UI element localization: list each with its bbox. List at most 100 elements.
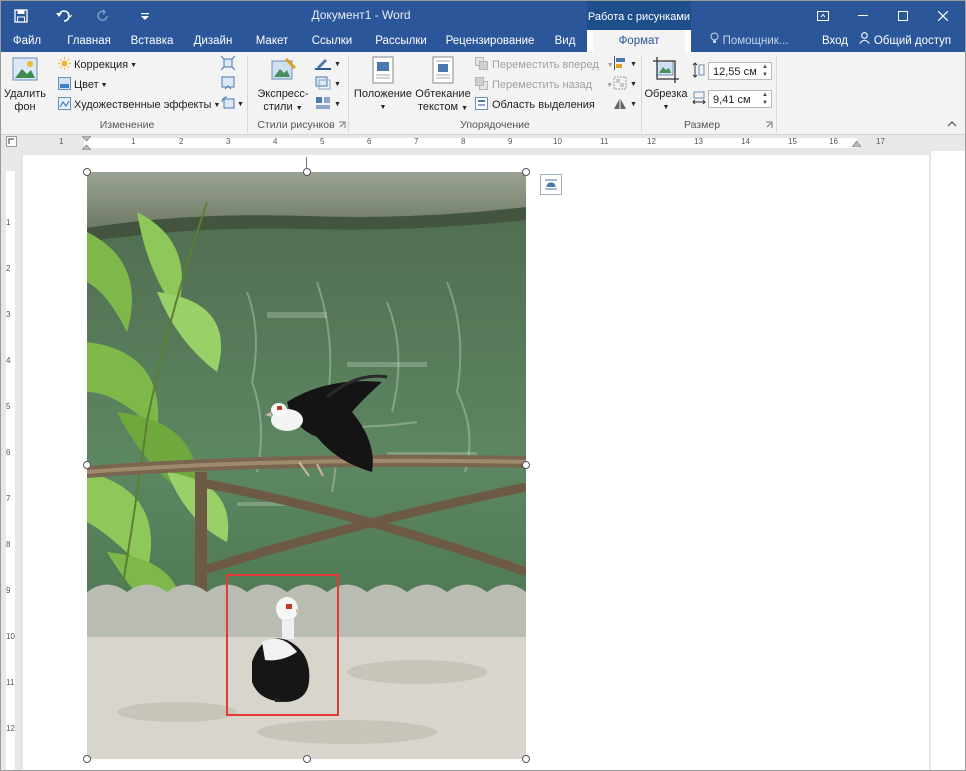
right-indent-marker-icon[interactable]	[852, 140, 861, 147]
chevron-down-icon: ▼	[237, 101, 244, 108]
ruler-number: 4	[6, 356, 11, 365]
ruler-number: 8	[461, 137, 466, 146]
close-icon[interactable]	[923, 1, 963, 30]
wrap-text-button[interactable]: Обтекание текстом ▼	[414, 56, 472, 115]
highlight-rectangle	[226, 574, 339, 716]
remove-background-button[interactable]: Удалить фон	[3, 56, 47, 114]
ruler-number: 11	[6, 678, 15, 687]
ruler-number: 14	[741, 137, 750, 146]
ruler-number: 2	[6, 264, 11, 273]
artistic-effects-button[interactable]: Художественные эффекты ▼	[58, 97, 220, 113]
ribbon-display-options-icon[interactable]	[803, 1, 843, 30]
group-label-change: Изменение	[99, 119, 155, 131]
ribbon-tabs: Файл Главная Вставка Дизайн Макет Ссылки…	[1, 30, 965, 52]
resize-handle-right[interactable]	[522, 461, 530, 469]
resize-handle-bottom-right[interactable]	[522, 755, 530, 763]
picture-effects-icon	[315, 76, 331, 93]
quick-styles-icon	[255, 56, 311, 88]
quick-styles-button[interactable]: Экспресс- стили ▼	[255, 56, 311, 115]
sign-in-link[interactable]: Вход	[815, 30, 855, 52]
chevron-down-icon: ▼	[100, 81, 108, 89]
group-label-arrange: Упорядочение	[460, 119, 530, 131]
collapse-ribbon-icon[interactable]	[947, 120, 957, 127]
tab-design[interactable]: Дизайн	[188, 30, 238, 52]
tab-references[interactable]: Ссылки	[305, 30, 359, 52]
shape-height-input[interactable]: 12,55 см ▲ ▼	[708, 62, 772, 80]
minimize-icon[interactable]	[843, 1, 883, 30]
send-backward-button[interactable]: Переместить назад ▼	[475, 77, 613, 93]
bring-forward-label: Переместить вперед	[492, 59, 599, 71]
crop-label: Обрезка	[644, 88, 688, 100]
resize-handle-top-right[interactable]	[522, 168, 530, 176]
tab-selector-icon[interactable]	[6, 136, 17, 147]
wrap-text-label-1: Обтекание	[415, 88, 471, 100]
save-icon[interactable]	[9, 1, 33, 30]
selection-pane-icon	[475, 97, 488, 113]
picture-styles-dialog-launcher-icon[interactable]	[338, 121, 346, 129]
ruler-number: 5	[6, 402, 11, 411]
ruler-number: 1	[131, 137, 136, 146]
undo-icon[interactable]	[51, 1, 77, 30]
ruler-number: 8	[6, 540, 11, 549]
shape-width-input[interactable]: 9,41 см ▲ ▼	[708, 90, 772, 108]
spinner-arrows-icon[interactable]: ▲ ▼	[761, 91, 769, 107]
document-title: Документ1 - Word	[311, 8, 411, 22]
tab-mailings[interactable]: Рассылки	[369, 30, 433, 52]
send-backward-label: Переместить назад	[492, 79, 593, 91]
resize-handle-left[interactable]	[83, 461, 91, 469]
resize-handle-top[interactable]	[303, 168, 311, 176]
shape-height-value: 12,55 см	[713, 66, 757, 78]
resize-handle-bottom[interactable]	[303, 755, 311, 763]
redo-icon[interactable]	[93, 1, 115, 30]
send-backward-icon	[475, 77, 488, 93]
tab-view[interactable]: Вид	[547, 30, 583, 52]
spinner-arrows-icon[interactable]: ▲ ▼	[761, 63, 769, 79]
change-picture-button[interactable]	[221, 76, 235, 93]
maximize-icon[interactable]	[883, 1, 923, 30]
reset-picture-button[interactable]: ▼	[221, 96, 244, 113]
ruler-number: 9	[508, 137, 513, 146]
customize-qat-icon[interactable]	[135, 1, 155, 30]
picture-border-button[interactable]: ▼	[315, 56, 341, 73]
correction-button[interactable]: Коррекция ▼	[58, 57, 137, 73]
chevron-down-icon: ▼	[130, 61, 138, 69]
ruler-number: 17	[876, 137, 885, 146]
compress-pictures-button[interactable]	[220, 55, 236, 73]
crop-button[interactable]: Обрезка ▼	[644, 56, 688, 114]
position-button[interactable]: Положение ▼	[352, 56, 414, 114]
tell-me-box[interactable]: Помощник...	[703, 30, 795, 52]
tab-home[interactable]: Главная	[61, 30, 117, 52]
vertical-ruler[interactable]: 1 2 3 4 5 6 7 8 9 10 11 12	[1, 151, 19, 770]
crop-icon	[644, 56, 688, 88]
horizontal-ruler[interactable]: 1 1 2 3 4 5 6 7 8 9 10 11 12 13 14 15 16…	[1, 135, 965, 151]
rotate-button[interactable]: ▼	[613, 96, 637, 113]
picture-layout-button[interactable]: ▼	[315, 96, 341, 113]
layout-options-button[interactable]	[540, 174, 562, 195]
tab-insert[interactable]: Вставка	[125, 30, 179, 52]
wrap-text-icon	[414, 56, 472, 88]
share-button[interactable]: Общий доступ	[857, 30, 953, 52]
ruler-number: 6	[367, 137, 372, 146]
ruler-number: 7	[414, 137, 419, 146]
color-label: Цвет	[74, 79, 99, 91]
selection-pane-button[interactable]: Область выделения	[475, 97, 595, 113]
tab-file[interactable]: Файл	[7, 30, 47, 52]
bring-forward-button[interactable]: Переместить вперед ▼	[475, 57, 614, 73]
tab-format[interactable]: Формат	[593, 30, 685, 52]
align-button[interactable]: ▼	[613, 56, 637, 73]
picture-effects-button[interactable]: ▼	[315, 76, 341, 93]
chevron-down-icon: ▼	[334, 61, 341, 68]
size-dialog-launcher-icon[interactable]	[765, 121, 773, 129]
resize-handle-top-left[interactable]	[83, 168, 91, 176]
tab-review[interactable]: Рецензирование	[443, 30, 537, 52]
title-bar: Документ1 - Word Работа с рисунками	[1, 1, 965, 30]
indent-marker-icon[interactable]	[82, 136, 91, 150]
tab-layout[interactable]: Макет	[249, 30, 295, 52]
group-objects-button[interactable]: ▼	[613, 76, 637, 93]
chevron-down-icon: ▼	[461, 105, 469, 112]
person-icon	[859, 30, 870, 52]
vertical-scrollbar-area[interactable]	[931, 151, 965, 770]
color-button[interactable]: Цвет ▼	[58, 77, 108, 93]
resize-handle-bottom-left[interactable]	[83, 755, 91, 763]
separator	[247, 56, 248, 132]
